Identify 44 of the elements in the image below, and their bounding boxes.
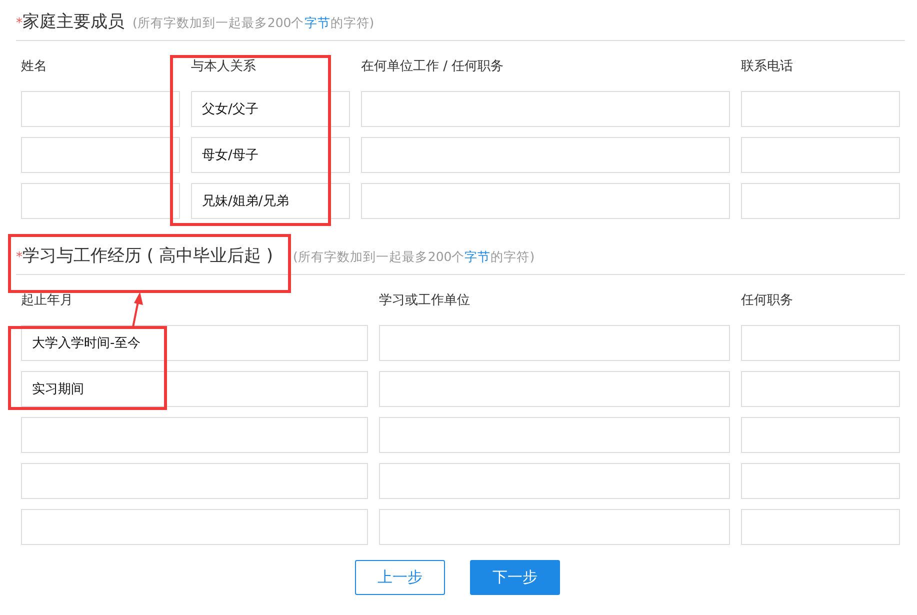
- column-header: 起止年月: [21, 292, 73, 310]
- column-header: 姓名: [21, 58, 47, 76]
- required-mark: *: [16, 250, 22, 265]
- input-field[interactable]: [379, 325, 730, 361]
- bytes-link[interactable]: 字节: [304, 15, 330, 30]
- column-header: 任何职务: [741, 292, 793, 310]
- section-note: (所有字数加到一起最多200个字节的字符): [292, 249, 535, 266]
- input-field[interactable]: [379, 371, 730, 407]
- input-field[interactable]: [361, 183, 730, 219]
- input-field[interactable]: [379, 463, 730, 499]
- input-field[interactable]: [21, 417, 368, 453]
- input-field[interactable]: [741, 417, 900, 453]
- section-note: (所有字数加到一起最多200个字节的字符): [132, 15, 374, 32]
- input-field[interactable]: [741, 509, 900, 545]
- input-field[interactable]: [361, 137, 730, 173]
- input-field[interactable]: [21, 463, 368, 499]
- input-field[interactable]: [741, 463, 900, 499]
- input-field[interactable]: [741, 91, 900, 127]
- required-mark: *: [16, 16, 22, 31]
- input-field[interactable]: [21, 509, 368, 545]
- input-field[interactable]: [379, 417, 730, 453]
- column-header: 学习或工作单位: [379, 292, 470, 310]
- input-field[interactable]: [741, 325, 900, 361]
- input-field[interactable]: [741, 137, 900, 173]
- section-title: 家庭主要成员: [22, 11, 124, 33]
- input-field[interactable]: 母女/母子: [191, 137, 350, 173]
- column-header: 在何单位工作 / 任何职务: [361, 58, 504, 76]
- input-field[interactable]: 父女/父子: [191, 91, 350, 127]
- next-button[interactable]: 下一步: [470, 560, 560, 595]
- column-header: 联系电话: [741, 58, 793, 76]
- section-title: 学习与工作经历 ( 高中毕业后起 ): [22, 245, 273, 267]
- input-field[interactable]: [21, 183, 180, 219]
- input-field[interactable]: [21, 137, 180, 173]
- input-field[interactable]: [21, 91, 180, 127]
- input-field[interactable]: 实习期间: [21, 371, 368, 407]
- input-field[interactable]: 大学入学时间-至今: [21, 325, 368, 361]
- input-field[interactable]: [379, 509, 730, 545]
- previous-button[interactable]: 上一步: [355, 560, 445, 595]
- bytes-link[interactable]: 字节: [464, 249, 491, 264]
- input-field[interactable]: [741, 183, 900, 219]
- column-header: 与本人关系: [191, 58, 256, 76]
- input-field[interactable]: 兄妹/姐弟/兄弟: [191, 183, 350, 219]
- input-field[interactable]: [741, 371, 900, 407]
- input-field[interactable]: [361, 91, 730, 127]
